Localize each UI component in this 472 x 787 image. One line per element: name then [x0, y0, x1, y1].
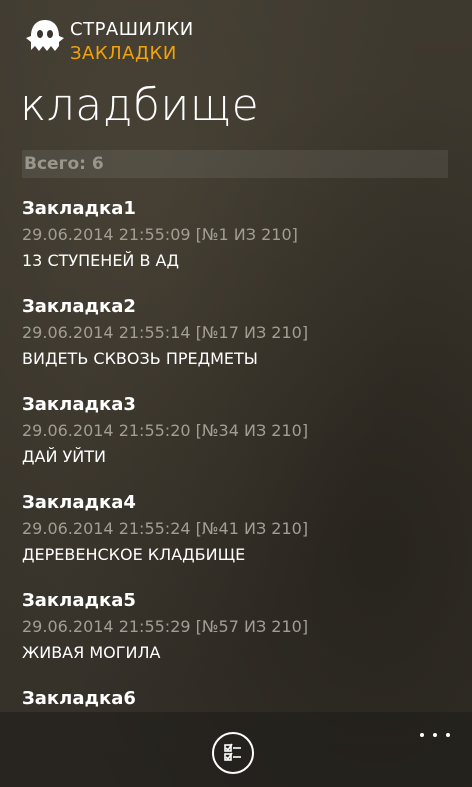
ghost-icon: [26, 20, 64, 51]
section-title: ЗАКЛАДКИ: [70, 43, 177, 64]
dot: [420, 733, 424, 737]
total-count-bar: Всего: 6: [22, 150, 448, 178]
bookmark-meta: 29.06.2014 21:55:09 [№1 ИЗ 210]: [22, 225, 298, 244]
dot: [433, 733, 437, 737]
bookmark-item[interactable]: Закладка4 29.06.2014 21:55:24 [№41 ИЗ 21…: [22, 490, 462, 588]
total-count: Всего: 6: [24, 154, 104, 174]
checklist-icon: [224, 743, 241, 761]
bookmark-item[interactable]: Закладка3 29.06.2014 21:55:20 [№34 ИЗ 21…: [22, 392, 462, 490]
bookmark-story-name: ВИДЕТЬ СКВОЗЬ ПРЕДМЕТЫ: [22, 349, 258, 368]
bookmark-title: Закладка6: [22, 688, 136, 709]
bookmark-meta: 29.06.2014 21:55:29 [№57 ИЗ 210]: [22, 617, 309, 636]
more-dots-icon[interactable]: [420, 730, 450, 740]
bookmark-title: Закладка4: [22, 492, 136, 513]
bookmark-list: Закладка1 29.06.2014 21:55:09 [№1 ИЗ 210…: [22, 196, 462, 784]
bookmark-item[interactable]: Закладка1 29.06.2014 21:55:09 [№1 ИЗ 210…: [22, 196, 462, 294]
bookmark-title: Закладка2: [22, 296, 136, 317]
bookmark-item[interactable]: Закладка5 29.06.2014 21:55:29 [№57 ИЗ 21…: [22, 588, 462, 686]
app-title: СТРАШИЛКИ: [70, 19, 194, 40]
app-header: СТРАШИЛКИ ЗАКЛАДКИ: [22, 16, 194, 72]
bookmark-title: Закладка1: [22, 198, 136, 219]
bookmark-meta: 29.06.2014 21:55:14 [№17 ИЗ 210]: [22, 323, 309, 342]
bookmark-title: Закладка5: [22, 590, 136, 611]
bookmark-item[interactable]: Закладка2 29.06.2014 21:55:14 [№17 ИЗ 21…: [22, 294, 462, 392]
bookmark-meta: 29.06.2014 21:55:20 [№34 ИЗ 210]: [22, 421, 309, 440]
dot: [446, 733, 450, 737]
bookmark-title: Закладка3: [22, 394, 136, 415]
select-button[interactable]: [212, 732, 254, 774]
application-bar: [0, 712, 472, 787]
bookmark-meta: 29.06.2014 21:55:24 [№41 ИЗ 210]: [22, 519, 309, 538]
page-title: кладбище: [20, 80, 260, 131]
bookmark-story-name: ЖИВАЯ МОГИЛА: [22, 643, 161, 662]
bookmark-story-name: 13 СТУПЕНЕЙ В АД: [22, 251, 179, 270]
bookmark-story-name: ДЕРЕВЕНСКОЕ КЛАДБИЩЕ: [22, 545, 246, 564]
bookmark-story-name: ДАЙ УЙТИ: [22, 447, 106, 466]
